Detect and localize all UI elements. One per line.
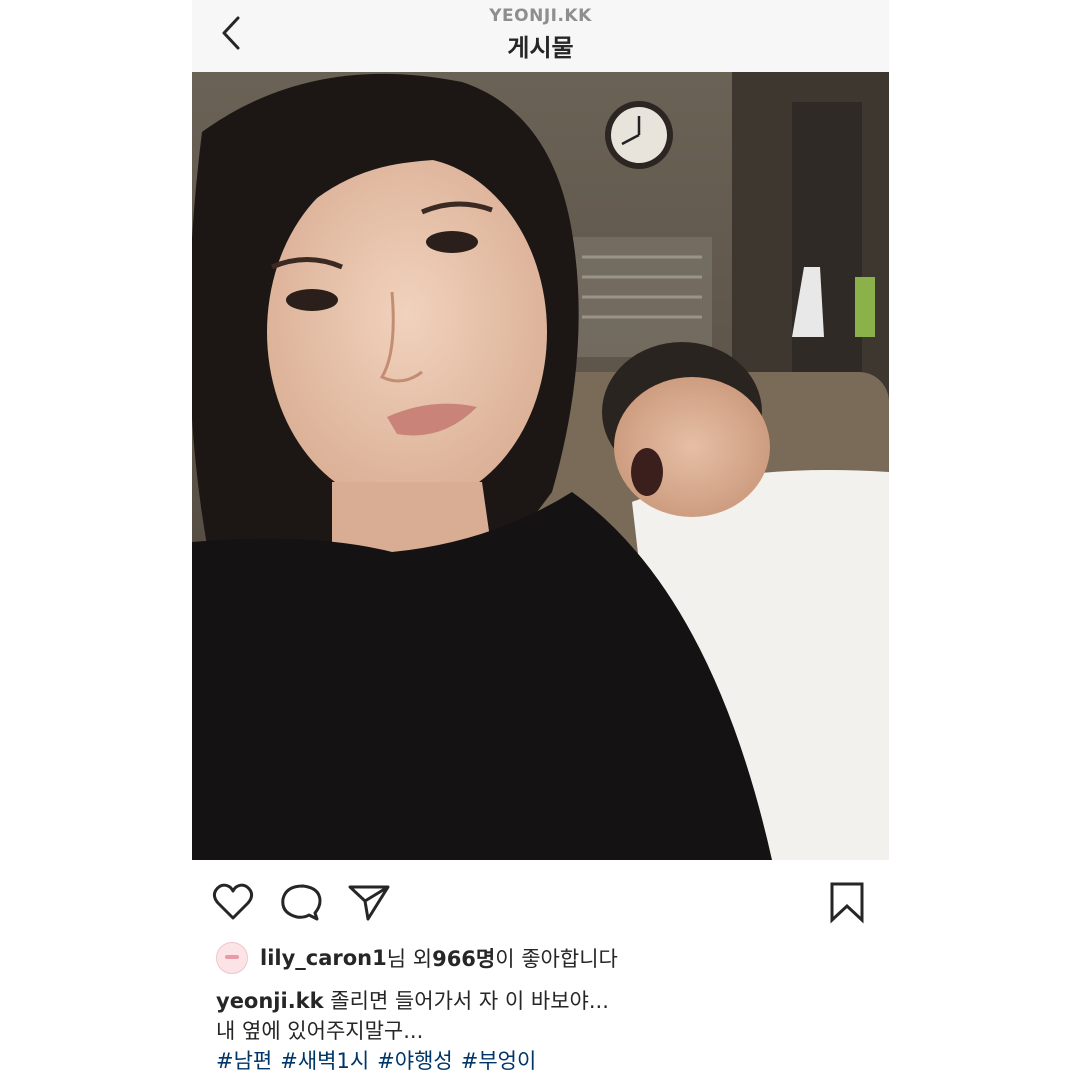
liker-username[interactable]: lily_caron1 bbox=[260, 946, 387, 970]
instagram-post-view: YEONJI.KK 게시물 lily_caron1 님 외 966명 이 좋아합… bbox=[192, 0, 889, 1080]
post-header: YEONJI.KK 게시물 bbox=[192, 0, 889, 72]
hashtag[interactable]: #새벽1시 bbox=[280, 1049, 369, 1073]
paper-plane-icon bbox=[348, 885, 390, 921]
page-title: 게시물 bbox=[507, 34, 574, 62]
caption-author[interactable]: yeonji.kk bbox=[216, 989, 324, 1013]
share-button[interactable] bbox=[346, 880, 392, 924]
hashtag[interactable]: #부엉이 bbox=[461, 1049, 537, 1073]
post-caption: yeonji.kk 졸리면 들어가서 자 이 바보야... 내 옆에 있어주지말… bbox=[216, 986, 876, 1076]
hashtag-list: #남편 #새벽1시 #야행성 #부엉이 bbox=[216, 1046, 876, 1076]
heart-icon bbox=[212, 883, 254, 920]
like-button[interactable] bbox=[210, 880, 256, 924]
screenshot-page: YEONJI.KK 게시물 lily_caron1 님 외 966명 이 좋아합… bbox=[0, 0, 1080, 1080]
save-button[interactable] bbox=[824, 880, 870, 924]
liker-avatar[interactable] bbox=[216, 942, 248, 974]
caption-text-1: 졸리면 들어가서 자 이 바보야... bbox=[323, 989, 609, 1013]
comment-bubble-icon bbox=[281, 884, 322, 921]
likes-count[interactable]: 966명 bbox=[432, 943, 495, 973]
caption-line-1: yeonji.kk 졸리면 들어가서 자 이 바보야... bbox=[216, 986, 876, 1016]
hashtag[interactable]: #남편 bbox=[216, 1049, 272, 1073]
header-username: YEONJI.KK bbox=[489, 6, 592, 26]
post-action-bar bbox=[192, 870, 889, 934]
selfie-image bbox=[192, 72, 889, 860]
hashtag[interactable]: #야행성 bbox=[377, 1049, 453, 1073]
likes-connector: 님 외 bbox=[386, 947, 433, 971]
likes-suffix: 이 좋아합니다 bbox=[495, 947, 618, 971]
caption-text-2: 내 옆에 있어주지말구... bbox=[216, 1019, 424, 1043]
bookmark-icon bbox=[830, 882, 864, 924]
comment-button[interactable] bbox=[278, 880, 324, 924]
post-photo[interactable] bbox=[192, 72, 889, 860]
likes-summary: lily_caron1 님 외 966명 이 좋아합니다 bbox=[216, 942, 618, 974]
